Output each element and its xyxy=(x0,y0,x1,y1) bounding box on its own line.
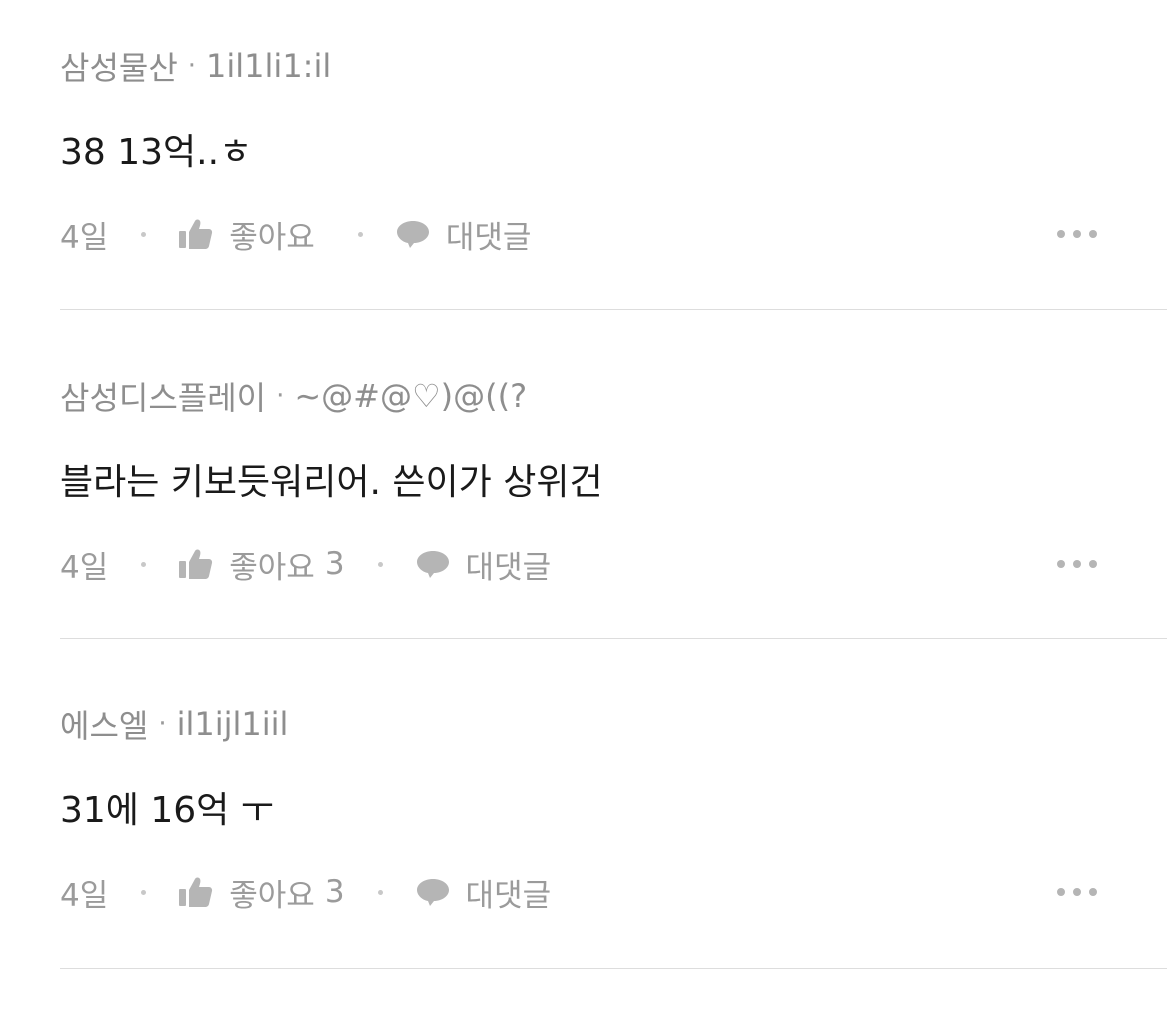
more-dot-icon xyxy=(1073,888,1081,896)
like-button[interactable]: 좋아요 xyxy=(179,212,325,257)
more-options-button[interactable] xyxy=(1057,212,1097,256)
username[interactable]: il1ijl1iil xyxy=(177,705,289,743)
reply-label: 대댓글 xyxy=(445,219,532,256)
action-separator xyxy=(141,231,147,237)
comment-text: 블라는 키보듯워리어. 쓴이가 상위건 xyxy=(60,462,603,503)
thumbs-up-icon xyxy=(179,219,213,249)
comment-item: 에스엘 · il1ijl1iil 31에 16억 ㅜ 4일 좋아요 3 대댓글 xyxy=(60,702,1167,1032)
thumbs-up-icon xyxy=(179,549,213,579)
company-name[interactable]: 삼성디스플레이 xyxy=(60,373,266,419)
action-separator xyxy=(357,231,363,237)
header-separator: · xyxy=(187,51,197,81)
like-button[interactable]: 좋아요 3 xyxy=(179,542,345,587)
comment-item: 삼성물산 · 1il1li1:il 38 13억..ㅎ 4일 좋아요 대댓글 xyxy=(60,44,1167,374)
username[interactable]: 1il1li1:il xyxy=(206,47,331,85)
like-label: 좋아요 xyxy=(229,877,315,914)
speech-bubble-icon xyxy=(416,879,449,906)
comment-time: 4일 xyxy=(60,219,109,256)
more-options-button[interactable] xyxy=(1057,870,1097,914)
reply-button[interactable]: 대댓글 xyxy=(416,870,552,915)
more-dot-icon xyxy=(1057,560,1065,568)
reply-button[interactable]: 대댓글 xyxy=(416,542,552,587)
company-name[interactable]: 에스엘 xyxy=(60,701,148,747)
comment-time: 4일 xyxy=(60,549,109,586)
comment-actions: 4일 좋아요 3 대댓글 xyxy=(60,542,1167,586)
more-dot-icon xyxy=(1073,560,1081,568)
comment-actions: 4일 좋아요 대댓글 xyxy=(60,212,1167,256)
more-options-button[interactable] xyxy=(1057,542,1097,586)
like-label: 좋아요 xyxy=(229,549,315,586)
company-name[interactable]: 삼성물산 xyxy=(60,43,178,89)
more-dot-icon xyxy=(1073,230,1081,238)
comment-header: 삼성물산 · 1il1li1:il xyxy=(60,44,331,88)
comment-item: 삼성디스플레이 · ~@#@♡)@((? 블라는 키보듯워리어. 쓴이가 상위건… xyxy=(60,374,1167,704)
comment-time: 4일 xyxy=(60,877,109,914)
speech-bubble-icon xyxy=(416,551,449,578)
action-separator xyxy=(377,889,383,895)
comment-divider xyxy=(60,309,1167,310)
comment-text: 38 13억..ㅎ xyxy=(60,132,253,173)
more-dot-icon xyxy=(1089,888,1097,896)
thumbs-up-icon xyxy=(179,877,213,907)
more-dot-icon xyxy=(1057,230,1065,238)
comment-divider xyxy=(60,638,1167,639)
action-separator xyxy=(141,561,147,567)
more-dot-icon xyxy=(1089,230,1097,238)
reply-label: 대댓글 xyxy=(465,877,552,914)
more-dot-icon xyxy=(1057,888,1065,896)
comment-actions: 4일 좋아요 3 대댓글 xyxy=(60,870,1167,914)
reply-button[interactable]: 대댓글 xyxy=(396,212,532,257)
like-count: 3 xyxy=(324,546,345,582)
like-count: 3 xyxy=(324,874,345,910)
action-separator xyxy=(377,561,383,567)
username[interactable]: ~@#@♡)@((? xyxy=(294,377,527,415)
comment-divider xyxy=(60,968,1167,969)
header-separator: · xyxy=(276,381,285,411)
comment-header: 에스엘 · il1ijl1iil xyxy=(60,702,288,746)
comment-text: 31에 16억 ㅜ xyxy=(60,790,274,831)
speech-bubble-icon xyxy=(396,221,429,248)
more-dot-icon xyxy=(1089,560,1097,568)
like-label: 좋아요 xyxy=(229,219,315,256)
header-separator: · xyxy=(158,709,167,739)
action-separator xyxy=(141,889,147,895)
reply-label: 대댓글 xyxy=(465,549,552,586)
like-button[interactable]: 좋아요 3 xyxy=(179,870,345,915)
comment-header: 삼성디스플레이 · ~@#@♡)@((? xyxy=(60,374,527,418)
